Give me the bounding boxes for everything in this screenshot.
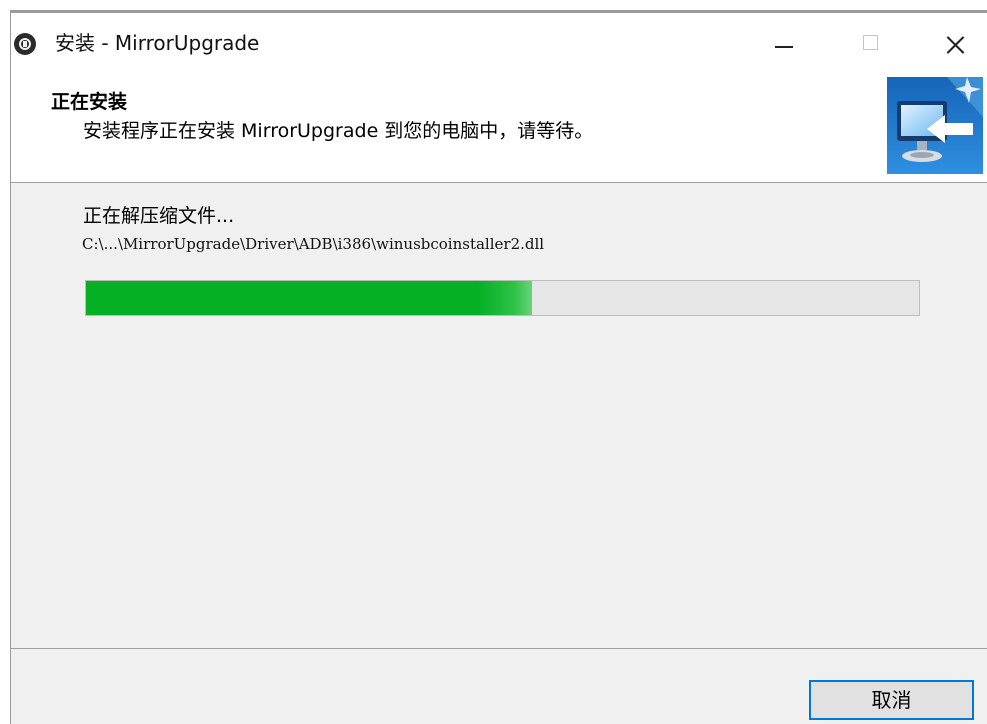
progress-fill (86, 281, 532, 315)
maximize-button[interactable] (841, 13, 905, 75)
app-icon (14, 33, 36, 55)
installer-window: 安装 - MirrorUpgrade 正在安装 安装程序正在安装 MirrorU… (10, 10, 987, 724)
footer-divider (11, 648, 987, 649)
page-description: 安装程序正在安装 MirrorUpgrade 到您的电脑中，请等待。 (83, 120, 594, 142)
window-title: 安装 - MirrorUpgrade (55, 31, 260, 55)
status-text: 正在解压缩文件... (83, 205, 235, 227)
current-file-path: C:\...\MirrorUpgrade\Driver\ADB\i386\win… (82, 235, 545, 253)
close-button[interactable] (921, 13, 985, 75)
cancel-button[interactable]: 取消 (809, 680, 974, 720)
page-title: 正在安装 (51, 91, 128, 113)
title-bar: 安装 - MirrorUpgrade (11, 13, 987, 75)
installer-computer-icon (887, 77, 983, 174)
installer-header: 正在安装 安装程序正在安装 MirrorUpgrade 到您的电脑中，请等待。 (11, 75, 987, 183)
minimize-button[interactable] (751, 13, 815, 75)
install-progress-bar (85, 280, 920, 316)
